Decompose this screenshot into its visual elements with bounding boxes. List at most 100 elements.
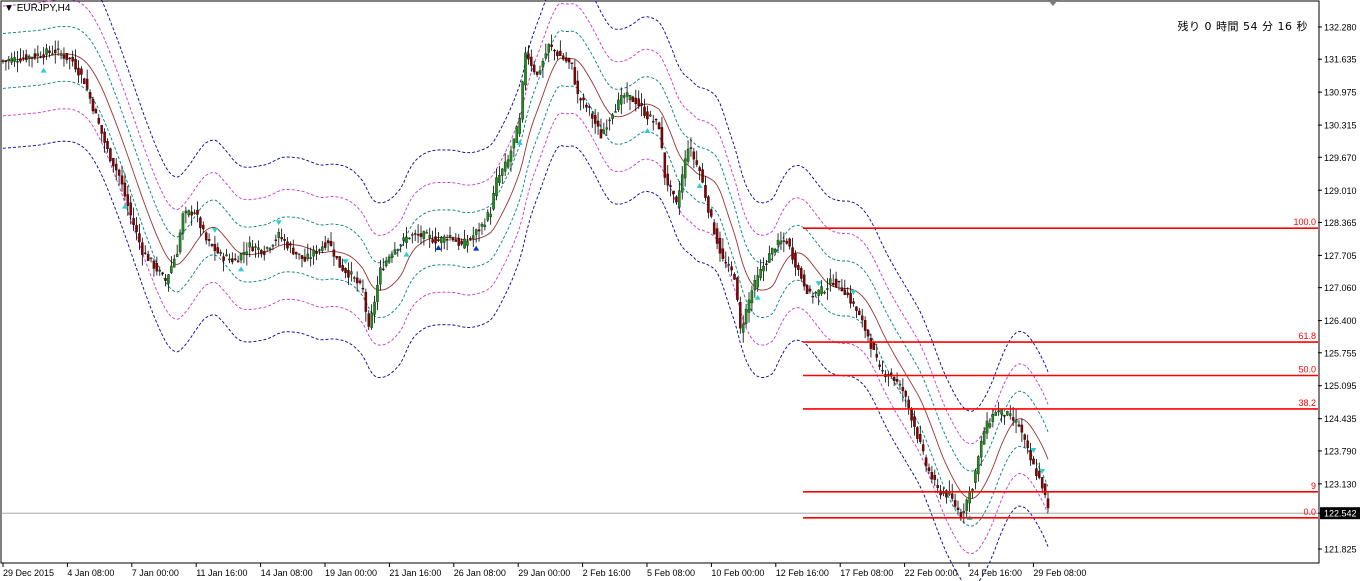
bull-candle: [503, 161, 507, 172]
bear-candle: [289, 243, 292, 246]
bull-candle: [509, 150, 513, 162]
x-tick-label: 29 Dec 2015: [3, 568, 54, 578]
bear-candle: [213, 243, 217, 251]
fib-level-label: 50.0: [1298, 364, 1316, 374]
x-tick-label: 7 Jan 00:00: [132, 568, 179, 578]
price-chart[interactable]: 100.0 61.8 50.0 38.2 9 0.0 132.280 131.635 130.…: [0, 0, 1360, 581]
bear-candle: [233, 258, 237, 261]
bear-candle: [782, 240, 786, 242]
bear-candle: [54, 49, 57, 54]
bull-candle: [396, 249, 400, 251]
bull-candle: [175, 253, 179, 257]
bear-candle: [1038, 470, 1041, 478]
bear-candle: [103, 131, 106, 143]
bear-candle: [431, 239, 434, 243]
bear-candle: [477, 229, 481, 232]
bear-candle: [701, 169, 704, 183]
title-dropdown-icon[interactable]: ▼: [4, 3, 14, 14]
bear-candle: [77, 67, 80, 76]
x-tick-label: 22 Feb 00:00: [905, 568, 958, 578]
x-tick-label: 10 Feb 00:00: [711, 568, 764, 578]
bear-candle: [1023, 434, 1027, 440]
bull-candle: [611, 114, 614, 119]
bull-candle: [306, 253, 310, 260]
bear-candle: [930, 472, 934, 480]
bear-candle: [733, 274, 736, 280]
y-tick-label: 126.400: [1324, 316, 1357, 326]
price-axis: 132.280 131.635 130.975 130.315 129.670 129.0…: [1318, 22, 1360, 555]
bear-candle: [550, 44, 553, 47]
bull-candle: [994, 412, 998, 416]
bull-candle: [228, 258, 231, 261]
bull-candle: [1006, 411, 1009, 416]
bear-candle: [216, 247, 220, 254]
bull-candle: [393, 249, 397, 254]
bull-candle: [741, 323, 745, 333]
bear-candle: [100, 124, 103, 134]
bear-candle: [654, 118, 658, 121]
bear-candle: [651, 121, 655, 123]
chart-title[interactable]: ▼ EURJPY,H4: [4, 3, 70, 14]
bull-candle: [373, 301, 376, 315]
bear-candle: [692, 151, 696, 160]
bear-candle: [112, 158, 115, 167]
bull-candle: [466, 241, 469, 246]
bear-candle: [837, 280, 841, 283]
bear-candle: [724, 262, 728, 264]
bear-candle: [800, 267, 803, 279]
bear-candle: [559, 50, 562, 56]
y-tick-label: 125.095: [1324, 381, 1357, 391]
bull-candle: [683, 158, 687, 179]
bear-candle: [657, 122, 661, 130]
bear-candle: [146, 254, 150, 262]
chart-shift-marker-icon[interactable]: [1048, 0, 1058, 6]
x-tick-label: 4 Jan 08:00: [67, 568, 114, 578]
bull-candle: [219, 252, 222, 254]
bull-candle: [379, 267, 382, 285]
bull-candle: [408, 237, 411, 240]
x-tick-label: 19 Jan 00:00: [325, 568, 377, 578]
bear-candle: [791, 247, 794, 260]
bull-candle: [962, 511, 966, 513]
bear-candle: [204, 232, 208, 241]
bear-candle: [916, 427, 919, 439]
bear-candle: [329, 241, 333, 246]
x-tick-label: 12 Feb 16:00: [776, 568, 829, 578]
bear-candle: [860, 315, 864, 321]
bull-candle: [257, 247, 260, 250]
bear-candle: [457, 237, 460, 246]
bull-candle: [608, 119, 611, 122]
bull-candle: [753, 280, 757, 291]
bull-candle: [170, 265, 173, 273]
bear-candle: [640, 103, 643, 106]
bear-candle: [892, 377, 896, 381]
bull-candle: [538, 70, 542, 74]
bear-candle: [210, 244, 214, 246]
bear-candle: [901, 387, 905, 392]
bear-candle: [132, 218, 135, 226]
bull-candle: [178, 232, 182, 253]
x-tick-label: 11 Jan 16:00: [196, 568, 247, 578]
bear-candle: [834, 278, 838, 288]
bull-candle: [370, 312, 373, 328]
bear-candle: [1046, 498, 1050, 509]
bear-candle: [326, 240, 330, 244]
bar-countdown: 残り 0 時間 54 分 16 秒: [1177, 20, 1308, 33]
x-tick-label: 17 Feb 08:00: [840, 568, 893, 578]
bear-candle: [1, 60, 5, 62]
bear-candle: [567, 58, 571, 63]
bear-candle: [1032, 458, 1035, 465]
bull-candle: [248, 242, 251, 248]
time-axis: 29 Dec 2015 4 Jan 08:00 7 Jan 00:00 11 Jan …: [2, 563, 1086, 578]
bull-candle: [826, 288, 829, 290]
bull-candle: [321, 246, 324, 251]
bear-candle: [39, 56, 42, 58]
bear-candle: [469, 238, 472, 240]
bear-candle: [355, 277, 359, 284]
bear-candle: [579, 98, 582, 101]
bull-candle: [265, 247, 269, 249]
bear-candle: [872, 342, 876, 350]
bull-candle: [678, 190, 681, 208]
bear-candle: [286, 241, 289, 249]
bull-candle: [30, 57, 34, 59]
